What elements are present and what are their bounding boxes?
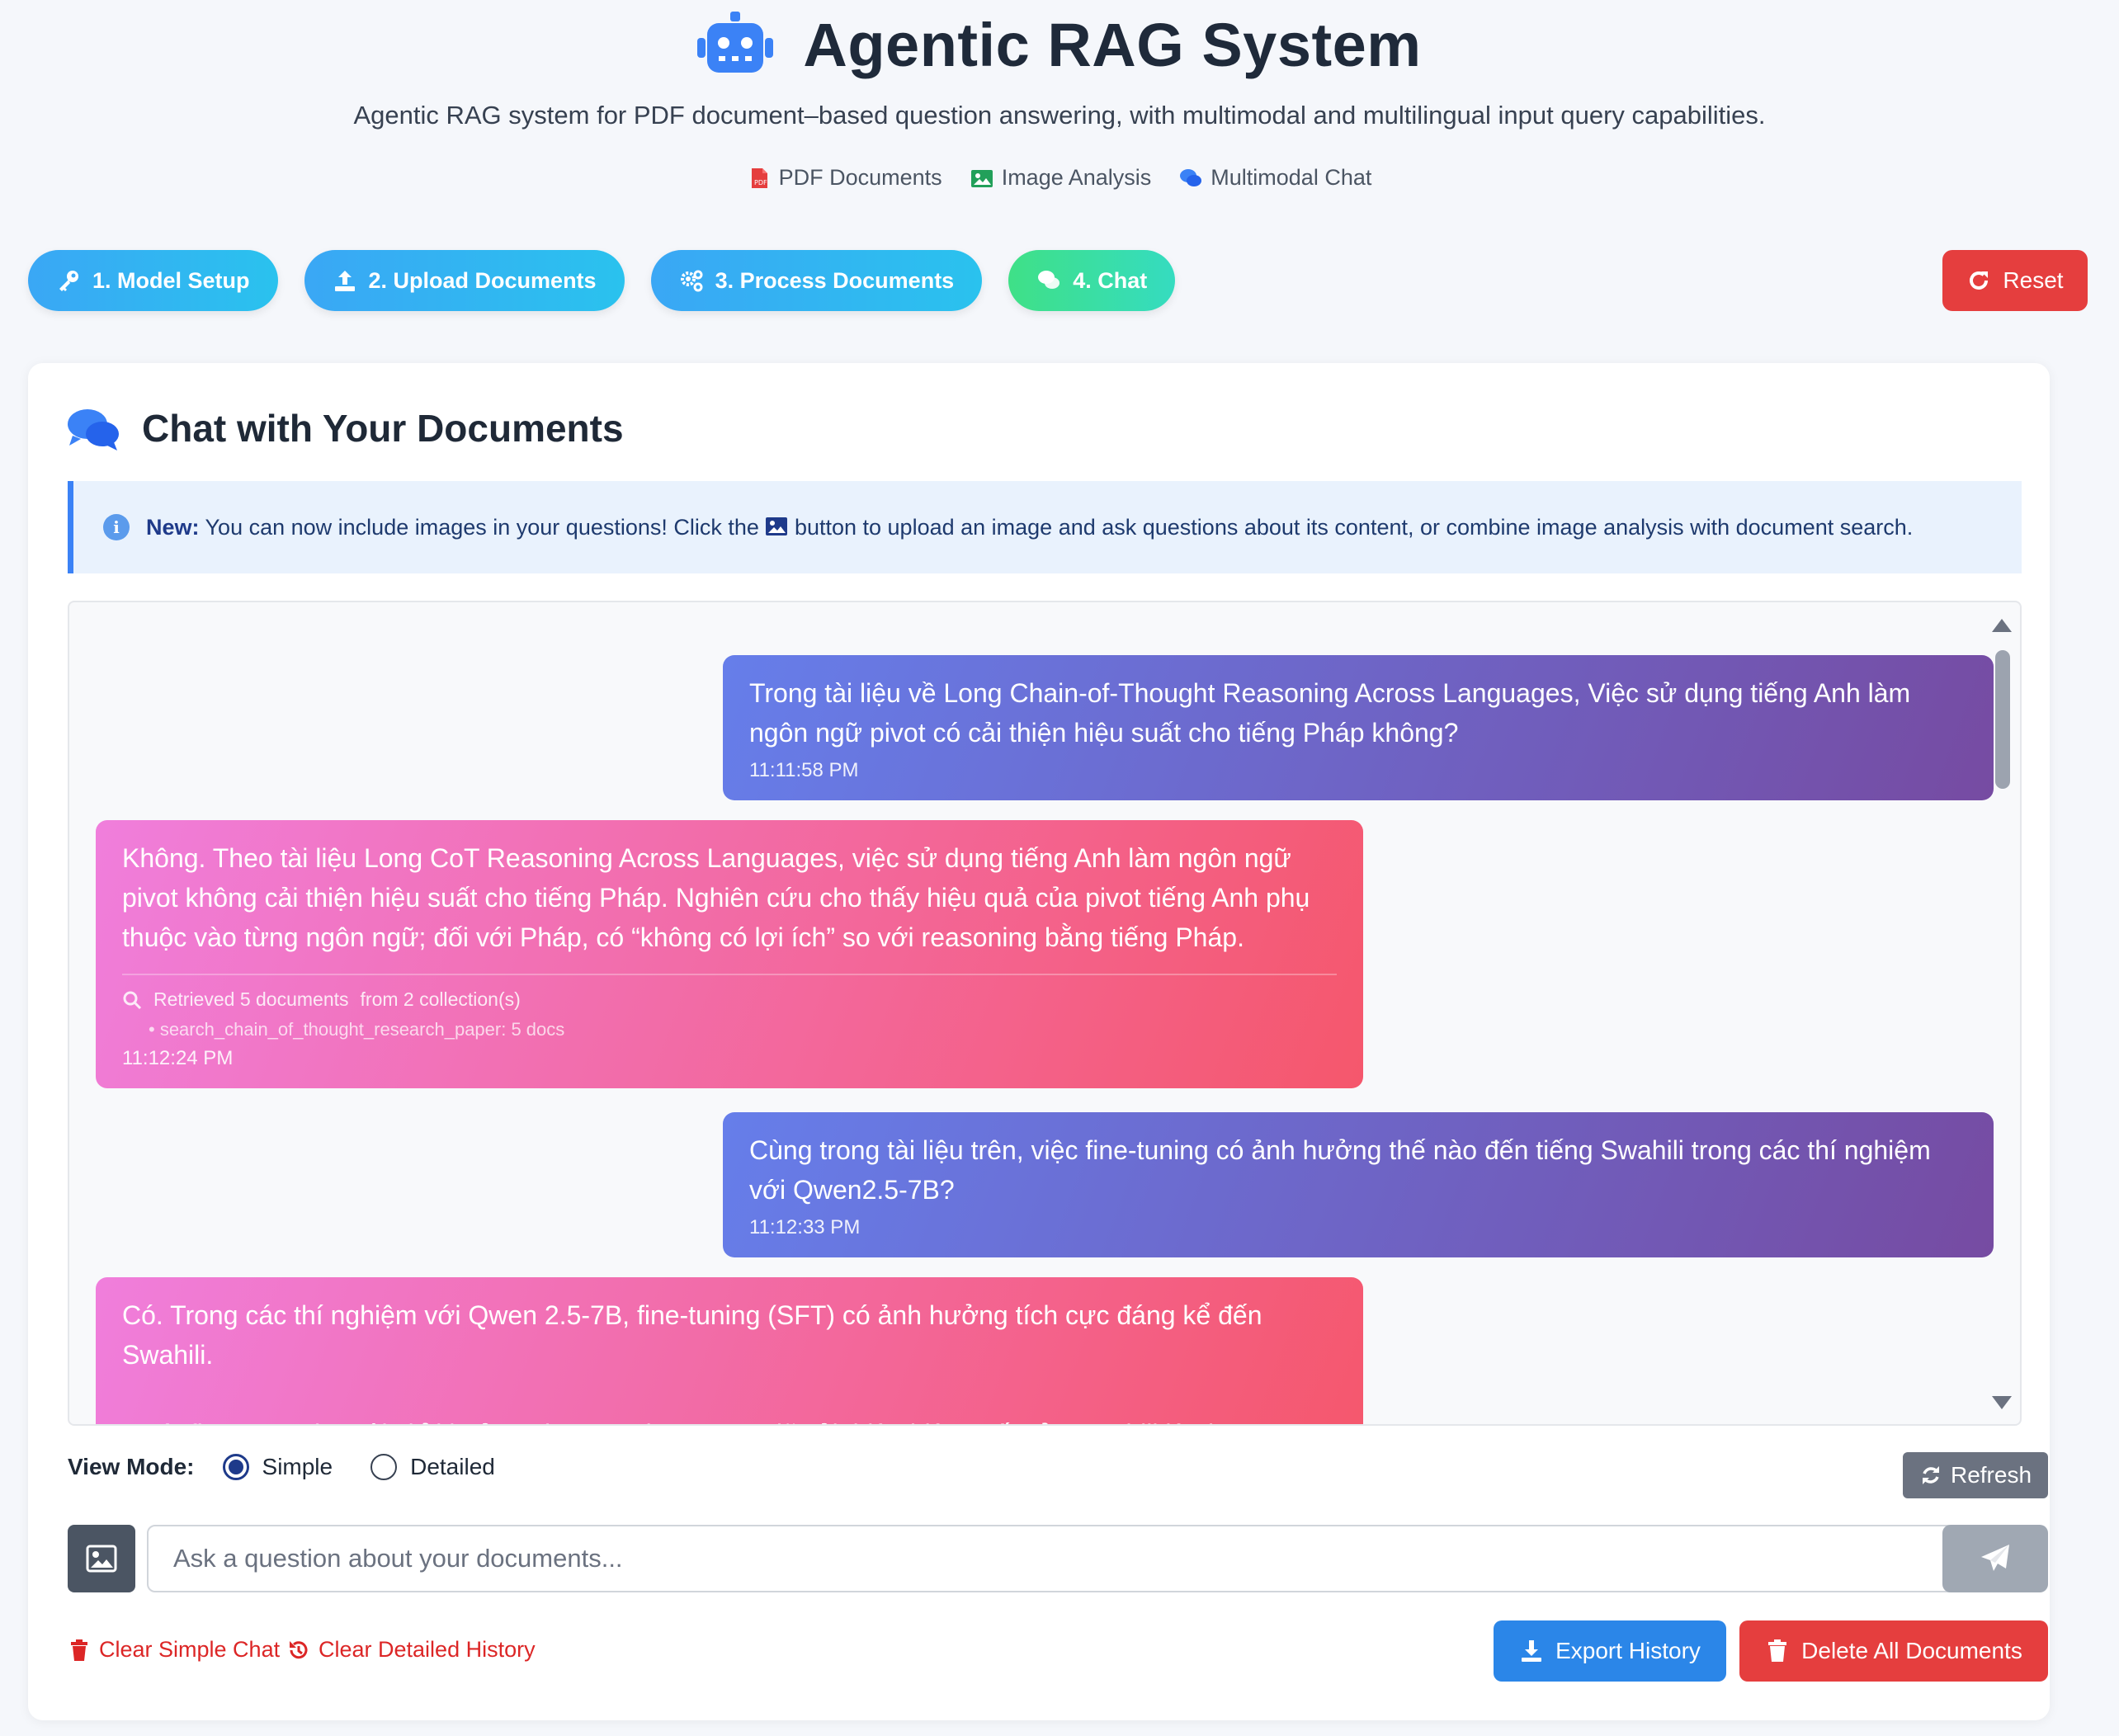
trash-icon [71, 1639, 87, 1661]
image-upload-button[interactable] [68, 1525, 135, 1592]
export-history-button[interactable]: Export History [1494, 1620, 1726, 1682]
view-mode: View Mode: Simple Detailed [68, 1454, 520, 1480]
chat-messages[interactable]: Trong tài liệu về Long Chain-of-Thought … [68, 601, 2022, 1426]
upload-icon [334, 271, 355, 291]
info-notice: i New: You can now include images in you… [68, 481, 2022, 573]
notice-pre: You can now include images in your quest… [205, 514, 759, 540]
refresh-label: Refresh [1950, 1462, 2032, 1488]
chat-card: Chat with Your Documents i New: You can … [28, 363, 2050, 1720]
step-chat[interactable]: 4. Chat [1008, 250, 1176, 311]
app-subtitle: Agentic RAG system for PDF document–base… [353, 101, 1766, 130]
download-icon [1522, 1640, 1542, 1662]
step-label: 2. Upload Documents [368, 267, 597, 293]
assistant-message: Không. Theo tài liệu Long CoT Reasoning … [96, 820, 1363, 1088]
user-message: Cùng trong tài liệu trên, việc fine-tuni… [723, 1112, 1994, 1257]
refresh-button[interactable]: Refresh [1903, 1452, 2048, 1498]
radio-simple[interactable] [222, 1454, 249, 1480]
chat-title: Chat with Your Documents [142, 407, 624, 450]
step-upload-documents[interactable]: 2. Upload Documents [304, 250, 625, 311]
clear-detailed-history-button[interactable]: Clear Detailed History [287, 1637, 536, 1663]
retrieved-from: from 2 collection(s) [360, 988, 521, 1010]
message-text: Trong tài liệu về Long Chain-of-Thought … [749, 678, 1911, 748]
notice-post: button to upload an image and ask questi… [794, 514, 1914, 540]
svg-text:PDF: PDF [754, 179, 767, 186]
message-text: - Một fine-tune nhẹ với chỉ khoảng 1k re… [122, 1414, 1337, 1424]
feature-pdf: PDF PDF Documents [748, 165, 942, 191]
reset-label: Reset [2003, 267, 2064, 293]
scroll-up-arrow[interactable] [1992, 619, 2012, 632]
clear-simple-chat-button[interactable]: Clear Simple Chat [68, 1637, 280, 1663]
comments-icon [1180, 168, 1202, 186]
reset-button[interactable]: Reset [1942, 250, 2088, 311]
feature-chat: Multimodal Chat [1179, 165, 1371, 191]
scroll-down-arrow[interactable] [1992, 1396, 2012, 1409]
message-text: Không. Theo tài liệu Long CoT Reasoning … [122, 843, 1310, 952]
sync-icon [1922, 1466, 1939, 1484]
message-time: 11:11:58 PM [749, 759, 859, 781]
message-time: 11:12:33 PM [749, 1216, 861, 1238]
retrieval-summary: Retrieved 5 documents from 2 collection(… [122, 988, 1337, 1011]
user-message: Trong tài liệu về Long Chain-of-Thought … [723, 655, 1994, 800]
feature-list: PDF PDF Documents Image Analysis Multimo… [0, 165, 2119, 191]
history-icon [290, 1640, 308, 1658]
search-icon [123, 991, 142, 1009]
step-model-setup[interactable]: 1. Model Setup [28, 250, 278, 311]
step-process-documents[interactable]: 3. Process Documents [650, 250, 983, 311]
assistant-message: Có. Trong các thí nghiệm với Qwen 2.5-7B… [96, 1277, 1363, 1424]
app-title: Agentic RAG System [803, 10, 1422, 79]
image-icon [86, 1545, 117, 1573]
pdf-icon: PDF [751, 167, 767, 188]
feature-image: Image Analysis [970, 165, 1152, 191]
robot-icon [697, 12, 774, 73]
message-text: Có. Trong các thí nghiệm với Qwen 2.5-7B… [122, 1300, 1262, 1370]
feature-label: Image Analysis [1001, 165, 1152, 190]
scrollbar[interactable] [1982, 602, 2020, 1424]
retrieved-count: Retrieved 5 documents [153, 988, 349, 1010]
radio-simple-label[interactable]: Simple [262, 1454, 333, 1480]
image-icon [766, 517, 788, 535]
export-label: Export History [1555, 1638, 1701, 1663]
image-icon [970, 169, 993, 187]
step-nav: 1. Model Setup 2. Upload Documents 3. Pr… [28, 250, 1176, 311]
scroll-thumb[interactable] [1995, 650, 2010, 789]
clear-detailed-label: Clear Detailed History [319, 1637, 536, 1662]
radio-detailed-label[interactable]: Detailed [410, 1454, 495, 1480]
step-label: 1. Model Setup [92, 267, 250, 293]
radio-detailed[interactable] [370, 1454, 398, 1480]
key-icon [59, 271, 78, 291]
retrieval-info: Retrieved 5 documents from 2 collection(… [122, 974, 1337, 1040]
paper-plane-icon [1981, 1545, 2009, 1571]
title-row: Agentic RAG System [0, 8, 2119, 81]
delete-all-label: Delete All Documents [1801, 1638, 2022, 1663]
redo-icon [1970, 271, 1989, 290]
send-button[interactable] [1942, 1525, 2048, 1592]
message-text: Cùng trong tài liệu trên, việc fine-tuni… [749, 1135, 1931, 1205]
question-input[interactable] [147, 1525, 1977, 1592]
message-time: 11:12:24 PM [122, 1047, 234, 1069]
retrieved-detail: • search_chain_of_thought_research_paper… [149, 1019, 565, 1040]
clear-simple-label: Clear Simple Chat [99, 1637, 281, 1662]
comments-icon [1038, 271, 1060, 289]
trash-icon [1768, 1639, 1787, 1662]
step-label: 4. Chat [1073, 267, 1148, 293]
info-icon: i [103, 514, 130, 540]
notice-text: New: You can now include images in your … [146, 515, 1913, 540]
feature-label: Multimodal Chat [1211, 165, 1372, 190]
step-label: 3. Process Documents [715, 267, 955, 293]
chat-header: Chat with Your Documents [66, 406, 624, 451]
cogs-icon [680, 270, 703, 292]
comments-icon [68, 409, 119, 451]
delete-all-documents-button[interactable]: Delete All Documents [1739, 1620, 2048, 1682]
view-mode-label: View Mode: [68, 1454, 195, 1479]
notice-bold: New: [146, 514, 200, 540]
feature-label: PDF Documents [778, 165, 942, 190]
